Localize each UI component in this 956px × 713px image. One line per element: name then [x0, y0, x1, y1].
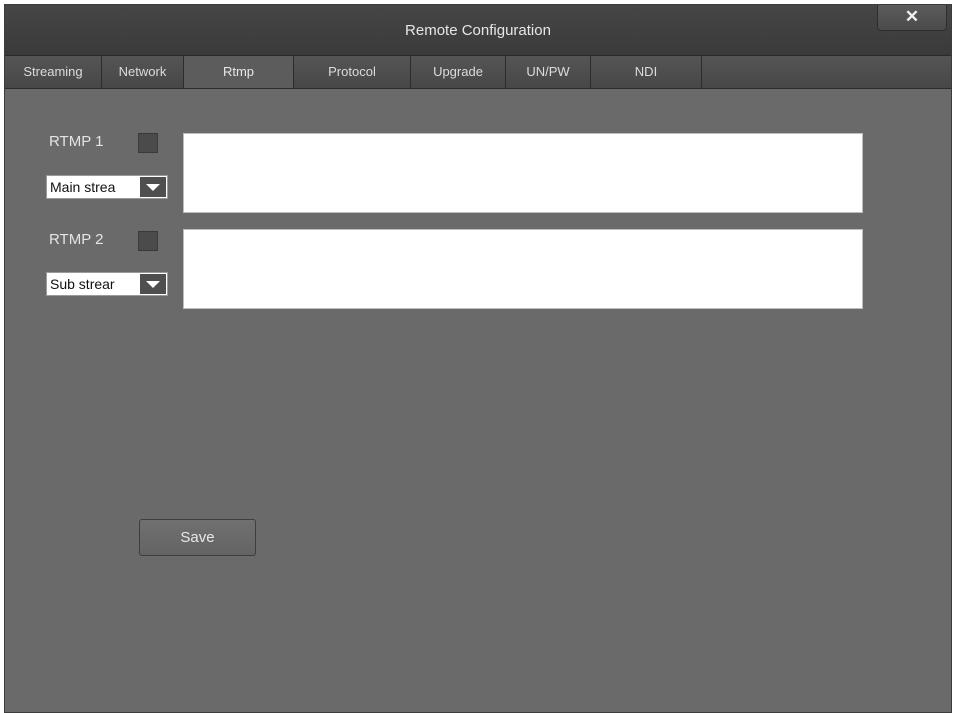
rtmp2-enable-checkbox[interactable] [138, 231, 158, 251]
rtmp2-url-field[interactable] [183, 229, 863, 309]
close-button[interactable]: ✕ [877, 5, 947, 31]
rtmp1-stream-value: Main strea [50, 179, 116, 195]
tab-network[interactable]: Network [102, 56, 184, 88]
tab-unpw[interactable]: UN/PW [506, 56, 591, 88]
tab-upgrade[interactable]: Upgrade [411, 56, 506, 88]
remote-configuration-window: Remote Configuration ✕ Streaming Network… [4, 4, 952, 713]
tab-streaming[interactable]: Streaming [5, 56, 102, 88]
rtmp-panel: RTMP 1 Main strea RTMP 2 Sub strear Save [5, 89, 951, 712]
rtmp2-label: RTMP 2 [49, 231, 104, 248]
tab-ndi[interactable]: NDI [591, 56, 702, 88]
tab-rtmp[interactable]: Rtmp [184, 56, 294, 88]
tab-bar-filler [702, 56, 951, 88]
window-title: Remote Configuration [405, 22, 551, 39]
tab-bar: Streaming Network Rtmp Protocol Upgrade … [5, 56, 951, 89]
tab-protocol[interactable]: Protocol [294, 56, 411, 88]
chevron-down-icon[interactable] [140, 274, 166, 294]
rtmp1-stream-select[interactable]: Main strea [46, 175, 168, 199]
save-button[interactable]: Save [139, 519, 256, 556]
title-bar: Remote Configuration ✕ [5, 5, 951, 56]
chevron-down-icon[interactable] [140, 177, 166, 197]
rtmp1-enable-checkbox[interactable] [138, 133, 158, 153]
rtmp1-label: RTMP 1 [49, 133, 104, 150]
rtmp1-url-field[interactable] [183, 133, 863, 213]
rtmp2-stream-select[interactable]: Sub strear [46, 272, 168, 296]
rtmp2-stream-value: Sub strear [50, 276, 115, 292]
